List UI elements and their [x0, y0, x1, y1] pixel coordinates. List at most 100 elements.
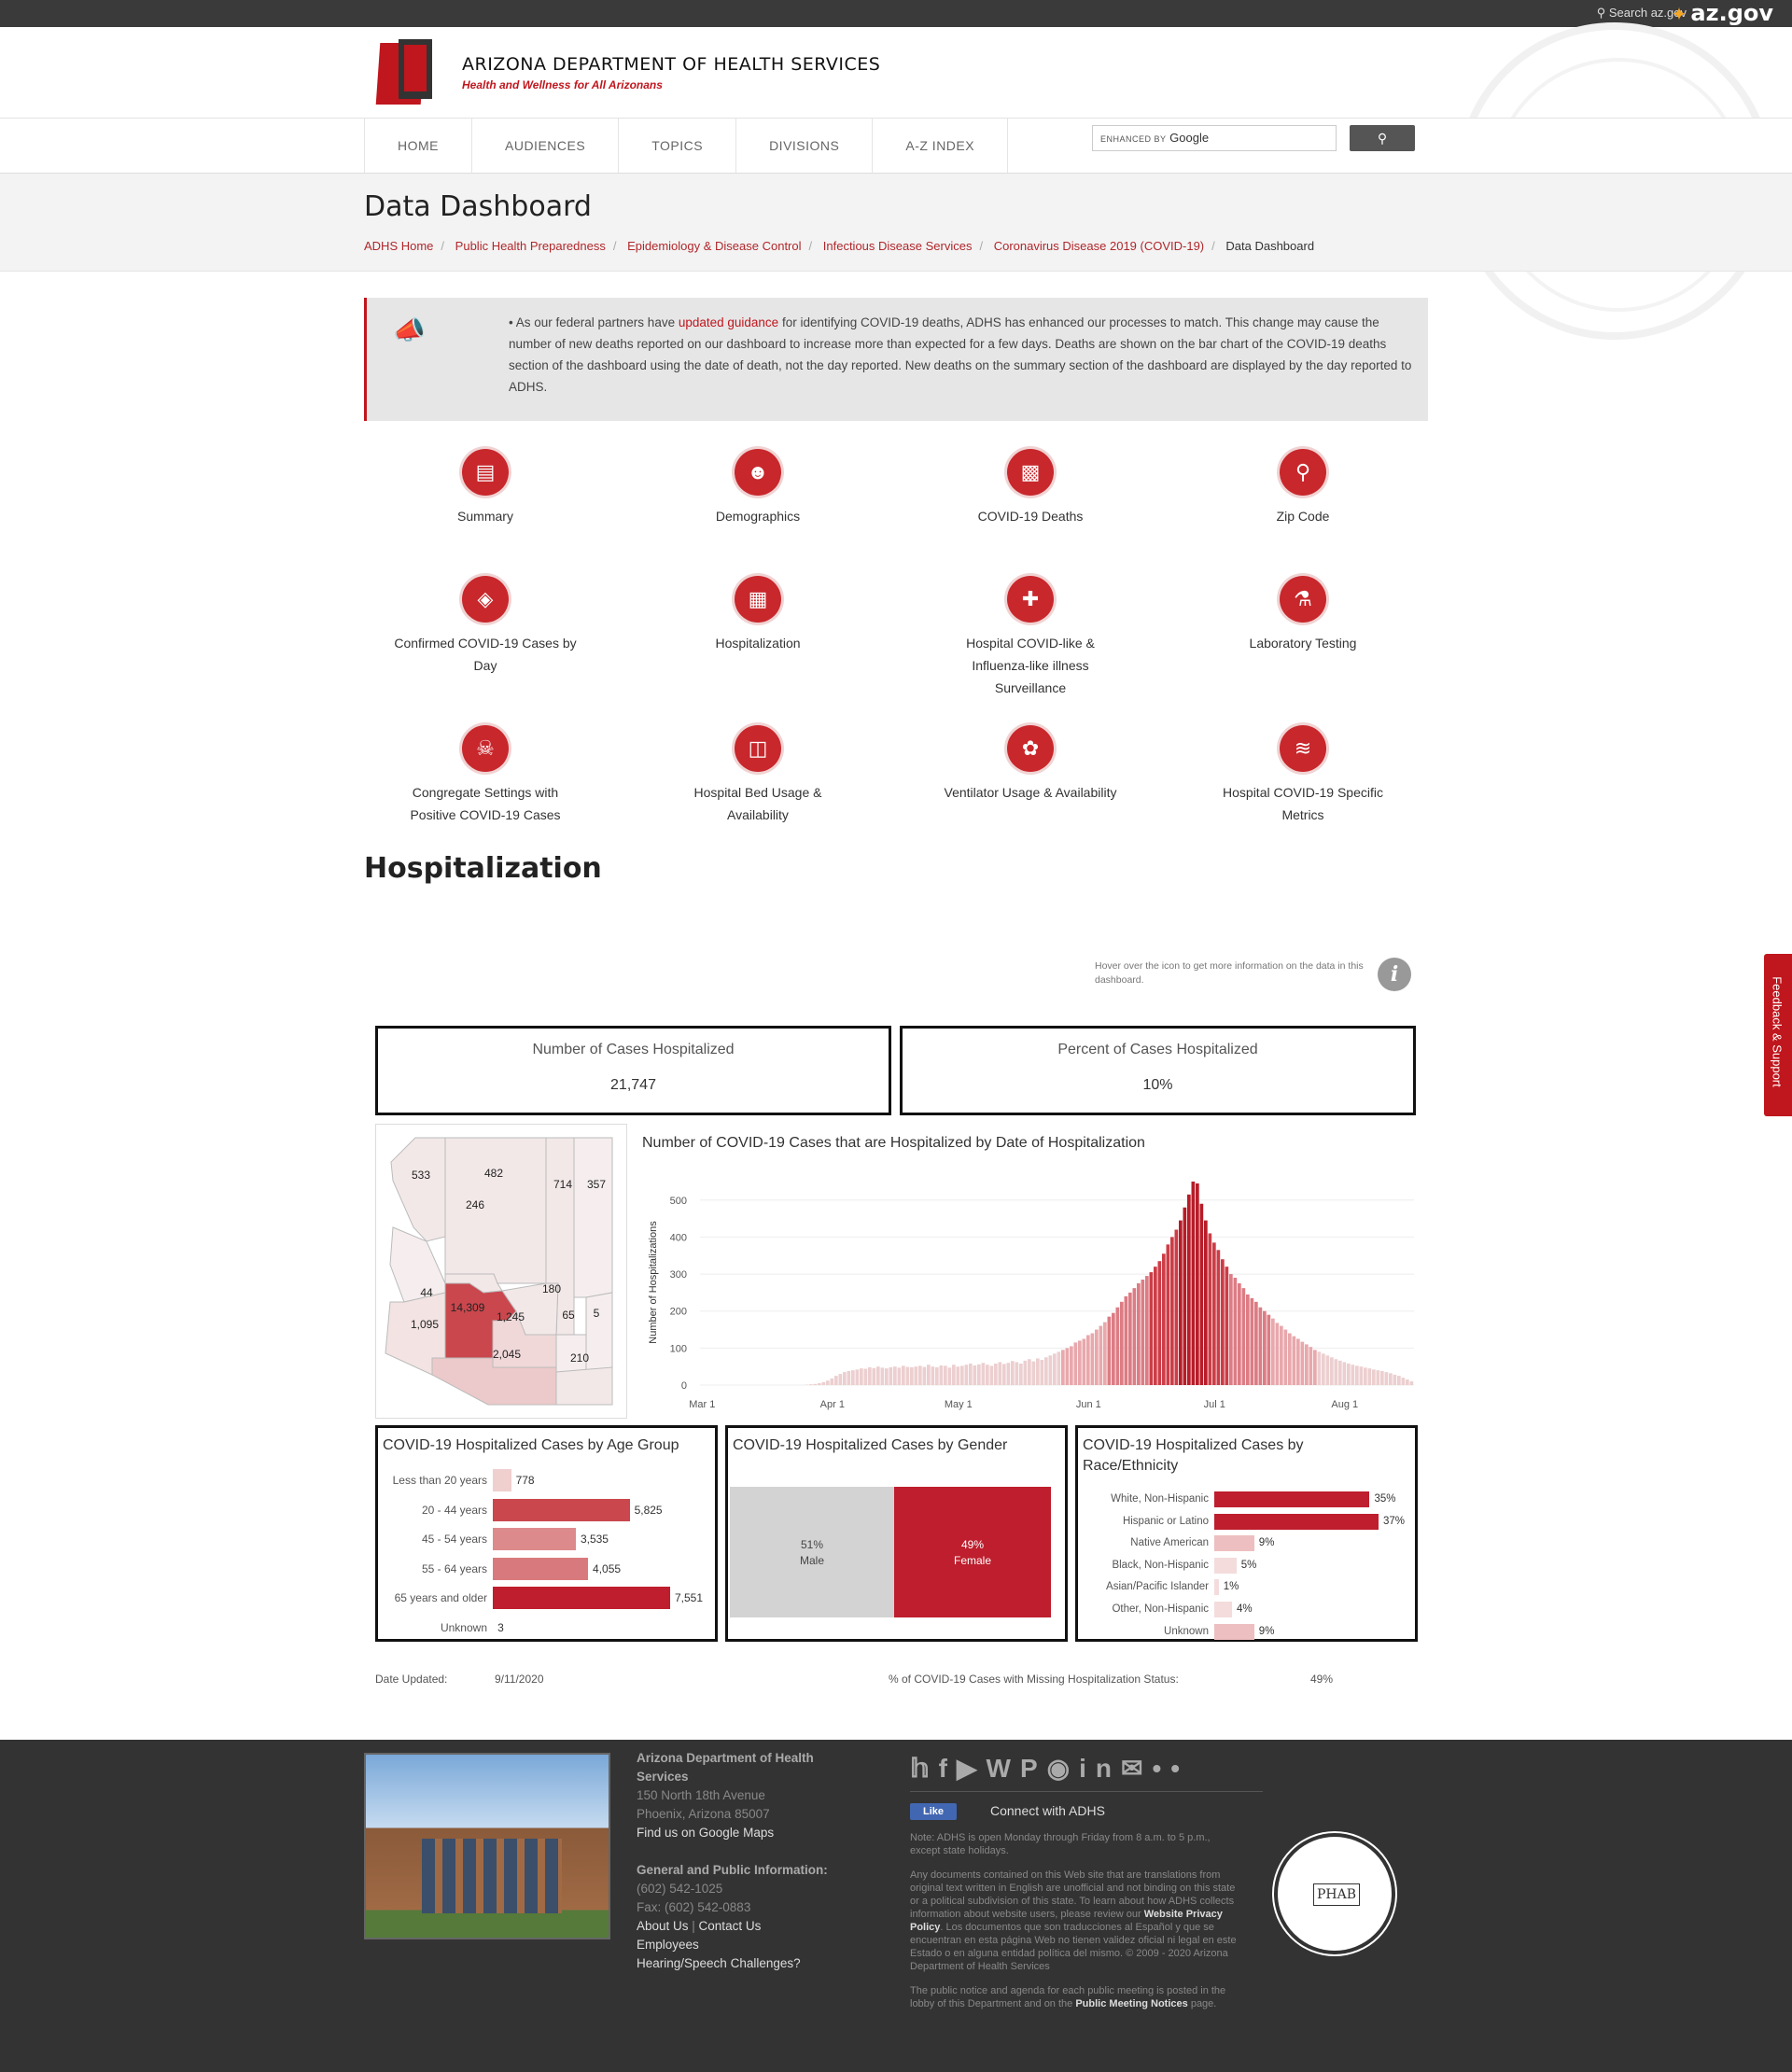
bar[interactable]	[1376, 1370, 1380, 1385]
bar[interactable]	[851, 1370, 855, 1385]
org-name[interactable]: ARIZONA DEPARTMENT OF HEALTH SERVICES	[462, 54, 880, 75]
google-maps-link[interactable]: Find us on Google Maps	[637, 1826, 774, 1840]
bar[interactable]	[1115, 1307, 1120, 1385]
bar[interactable]	[897, 1367, 902, 1385]
county-mohave[interactable]	[390, 1137, 446, 1242]
bar[interactable]	[1246, 1294, 1250, 1386]
bar[interactable]	[1199, 1203, 1204, 1385]
bar[interactable]	[1397, 1376, 1401, 1385]
bar[interactable]	[939, 1365, 944, 1385]
bar[interactable]	[1187, 1194, 1191, 1385]
bar[interactable]	[1364, 1367, 1367, 1385]
public-meeting-notices-link[interactable]: Public Meeting Notices	[1075, 1998, 1187, 2009]
bar[interactable]	[1154, 1267, 1157, 1385]
bar[interactable]	[1141, 1280, 1145, 1385]
linkedin-icon[interactable]: in	[1079, 1754, 1121, 1783]
bar[interactable]	[838, 1374, 843, 1385]
email-icon[interactable]: ✉	[1121, 1754, 1152, 1783]
county-cochise[interactable]	[555, 1366, 613, 1406]
bar[interactable]	[1086, 1335, 1090, 1385]
bar[interactable]	[1053, 1353, 1057, 1385]
bar[interactable]	[1325, 1355, 1330, 1385]
bar[interactable]	[1073, 1342, 1078, 1385]
bar[interactable]	[1283, 1329, 1288, 1385]
bar[interactable]	[922, 1366, 927, 1385]
bar[interactable]	[843, 1372, 847, 1386]
race-bar[interactable]	[1214, 1535, 1254, 1552]
bar[interactable]	[1019, 1364, 1023, 1385]
bar[interactable]	[1238, 1282, 1241, 1385]
bar[interactable]	[1149, 1272, 1154, 1385]
bar[interactable]	[1221, 1259, 1225, 1385]
nav-az-index[interactable]: A-Z INDEX	[872, 119, 1009, 173]
bar[interactable]	[821, 1381, 826, 1385]
updated-guidance-link[interactable]: updated guidance	[679, 315, 778, 329]
bar[interactable]	[1090, 1333, 1095, 1386]
bar[interactable]	[1254, 1301, 1258, 1385]
bar[interactable]	[914, 1366, 918, 1385]
tile-hospital-bed[interactable]: ◫ Hospital Bed Usage & Availability	[627, 725, 889, 826]
bar[interactable]	[994, 1364, 998, 1385]
bar[interactable]	[1112, 1312, 1115, 1385]
bar[interactable]	[1351, 1365, 1355, 1385]
bar[interactable]	[1048, 1355, 1053, 1385]
bar[interactable]	[1157, 1261, 1162, 1385]
bar[interactable]	[1216, 1250, 1221, 1385]
bar[interactable]	[1275, 1323, 1280, 1385]
county-apache[interactable]	[573, 1137, 613, 1298]
info-icon[interactable]: i	[1378, 958, 1411, 991]
bar[interactable]	[863, 1368, 868, 1385]
tile-deaths-chart[interactable]: ▩ COVID-19 Deaths	[900, 449, 1161, 527]
bar[interactable]	[1023, 1360, 1028, 1385]
county-coconino[interactable]	[444, 1137, 547, 1284]
bar[interactable]	[868, 1366, 872, 1385]
bar[interactable]	[1401, 1378, 1406, 1385]
nav-divisions[interactable]: DIVISIONS	[735, 119, 872, 173]
bar[interactable]	[1145, 1276, 1149, 1385]
age-group-row[interactable]: 55 - 64 years 4,055	[378, 1557, 714, 1580]
bar[interactable]	[834, 1376, 838, 1385]
county-greenlee[interactable]	[585, 1292, 613, 1373]
bar[interactable]	[1406, 1379, 1409, 1385]
age-group-row[interactable]: 65 years and older 7,551	[378, 1587, 714, 1609]
bar[interactable]	[1372, 1369, 1376, 1385]
bar[interactable]	[918, 1365, 922, 1385]
bar[interactable]	[1204, 1220, 1208, 1385]
bar[interactable]	[935, 1366, 939, 1385]
bar[interactable]	[998, 1362, 1002, 1385]
bar[interactable]	[1338, 1360, 1342, 1385]
age-group-bar[interactable]	[493, 1587, 670, 1609]
bar[interactable]	[1078, 1340, 1082, 1385]
bar[interactable]	[977, 1364, 981, 1385]
flickr-icon[interactable]: ••	[1152, 1754, 1189, 1783]
gender-male-block[interactable]: 51% Male	[730, 1487, 894, 1617]
bar[interactable]	[1305, 1344, 1309, 1385]
gender-female-block[interactable]: 49% Female	[894, 1487, 1051, 1617]
bar[interactable]	[809, 1384, 813, 1385]
bar[interactable]	[885, 1368, 889, 1385]
bar[interactable]	[1028, 1359, 1031, 1385]
bar[interactable]	[1162, 1253, 1166, 1385]
bar[interactable]	[947, 1367, 952, 1385]
bar[interactable]	[1334, 1359, 1338, 1385]
nav-topics[interactable]: TOPICS	[618, 119, 735, 173]
bar[interactable]	[910, 1366, 914, 1385]
bar[interactable]	[1006, 1363, 1011, 1385]
bar[interactable]	[1196, 1183, 1199, 1385]
bar[interactable]	[989, 1365, 994, 1385]
bar[interactable]	[1044, 1357, 1048, 1385]
tile-congregate-settings[interactable]: ☠ Congregate Settings with Positive COVID…	[355, 725, 616, 826]
adhs-logo[interactable]	[375, 39, 434, 105]
feedback-support-tab[interactable]: Feedback & Support	[1764, 954, 1792, 1116]
tile-hospitalization[interactable]: ▦ Hospitalization	[627, 576, 889, 654]
twitter-icon[interactable]: 𝕙	[910, 1754, 939, 1783]
hearing-speech-link[interactable]: Hearing/Speech Challenges?	[637, 1956, 801, 1970]
wordpress-icon[interactable]: W	[987, 1754, 1020, 1783]
race-bar[interactable]	[1214, 1513, 1379, 1530]
race-bar[interactable]	[1214, 1557, 1237, 1574]
bar[interactable]	[1070, 1346, 1073, 1386]
hospitalization-bar-chart-svg[interactable]: 0 100 200 300 400 500 Number of Hospitalizatio…	[635, 1124, 1489, 1419]
bar[interactable]	[1322, 1353, 1325, 1385]
breadcrumb-covid19[interactable]: Coronavirus Disease 2019 (COVID-19)	[994, 239, 1204, 253]
youtube-icon[interactable]: ▶	[957, 1754, 987, 1783]
